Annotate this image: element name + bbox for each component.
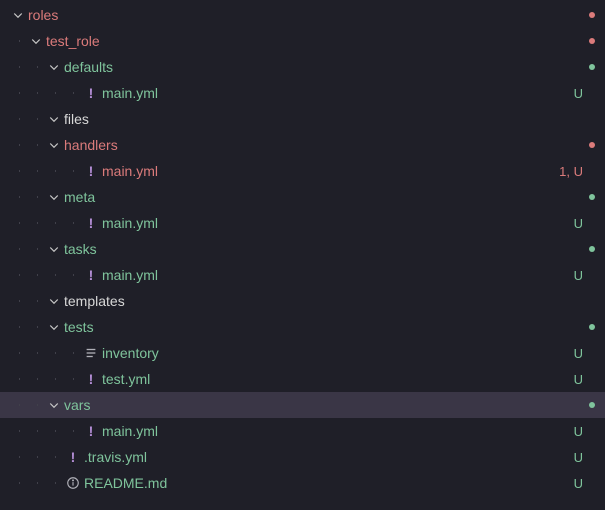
tree-folder[interactable]: roles (0, 2, 605, 28)
tree-file[interactable]: !test.ymlU (0, 366, 605, 392)
chevron-down-icon[interactable] (46, 113, 62, 125)
tree-item-label: templates (62, 293, 589, 309)
tree-item-label: main.yml (100, 423, 574, 439)
tree-item-label: vars (62, 397, 589, 413)
git-status-badge: U (574, 476, 583, 491)
tree-item-label: roles (26, 7, 589, 23)
tree-item-label: test_role (44, 33, 589, 49)
tree-file[interactable]: !main.ymlU (0, 210, 605, 236)
chevron-down-icon[interactable] (46, 295, 62, 307)
git-status-badge: U (574, 268, 583, 283)
tree-folder[interactable]: vars (0, 392, 605, 418)
text-file-icon (82, 346, 100, 360)
tree-file[interactable]: !main.yml1, U (0, 158, 605, 184)
git-status-badge: U (574, 346, 583, 361)
tree-item-label: inventory (100, 345, 574, 361)
tree-folder[interactable]: handlers (0, 132, 605, 158)
git-status-badge: U (574, 424, 583, 439)
file-tree: rolestest_roledefaults!main.ymlUfileshan… (0, 0, 605, 496)
chevron-down-icon[interactable] (46, 321, 62, 333)
status-dot-icon (589, 246, 595, 252)
tree-item-label: .travis.yml (82, 449, 574, 465)
tree-item-label: main.yml (100, 267, 574, 283)
yaml-file-icon: ! (82, 267, 100, 283)
yaml-file-icon: ! (82, 423, 100, 439)
status-dot-icon (589, 194, 595, 200)
git-status-badge: U (574, 86, 583, 101)
info-file-icon (64, 476, 82, 490)
tree-item-label: README.md (82, 475, 574, 491)
tree-item-label: meta (62, 189, 589, 205)
tree-file[interactable]: inventoryU (0, 340, 605, 366)
tree-item-label: tasks (62, 241, 589, 257)
git-status-badge: U (574, 372, 583, 387)
yaml-file-icon: ! (82, 215, 100, 231)
status-dot-icon (589, 402, 595, 408)
tree-file[interactable]: !main.ymlU (0, 418, 605, 444)
chevron-down-icon[interactable] (46, 61, 62, 73)
tree-folder[interactable]: meta (0, 184, 605, 210)
tree-folder[interactable]: tasks (0, 236, 605, 262)
status-dot-icon (589, 12, 595, 18)
tree-folder[interactable]: defaults (0, 54, 605, 80)
chevron-down-icon[interactable] (46, 139, 62, 151)
status-dot-icon (589, 324, 595, 330)
chevron-down-icon[interactable] (46, 243, 62, 255)
tree-folder[interactable]: test_role (0, 28, 605, 54)
chevron-down-icon[interactable] (10, 9, 26, 21)
tree-file[interactable]: !.travis.ymlU (0, 444, 605, 470)
tree-item-label: main.yml (100, 163, 559, 179)
yaml-file-icon: ! (82, 163, 100, 179)
git-status-badge: U (574, 450, 583, 465)
status-dot-icon (589, 142, 595, 148)
tree-item-label: files (62, 111, 589, 127)
tree-folder[interactable]: tests (0, 314, 605, 340)
tree-item-label: defaults (62, 59, 589, 75)
tree-item-label: tests (62, 319, 589, 335)
tree-folder[interactable]: files (0, 106, 605, 132)
status-dot-icon (589, 64, 595, 70)
git-status-badge: U (574, 216, 583, 231)
tree-file[interactable]: !main.ymlU (0, 262, 605, 288)
tree-folder[interactable]: templates (0, 288, 605, 314)
tree-item-label: main.yml (100, 85, 574, 101)
tree-item-label: main.yml (100, 215, 574, 231)
chevron-down-icon[interactable] (28, 35, 44, 47)
tree-file[interactable]: !main.ymlU (0, 80, 605, 106)
chevron-down-icon[interactable] (46, 399, 62, 411)
git-status-badge: 1, U (559, 164, 583, 179)
yaml-file-icon: ! (64, 449, 82, 465)
yaml-file-icon: ! (82, 85, 100, 101)
chevron-down-icon[interactable] (46, 191, 62, 203)
status-dot-icon (589, 38, 595, 44)
yaml-file-icon: ! (82, 371, 100, 387)
tree-item-label: test.yml (100, 371, 574, 387)
tree-item-label: handlers (62, 137, 589, 153)
tree-file[interactable]: README.mdU (0, 470, 605, 496)
